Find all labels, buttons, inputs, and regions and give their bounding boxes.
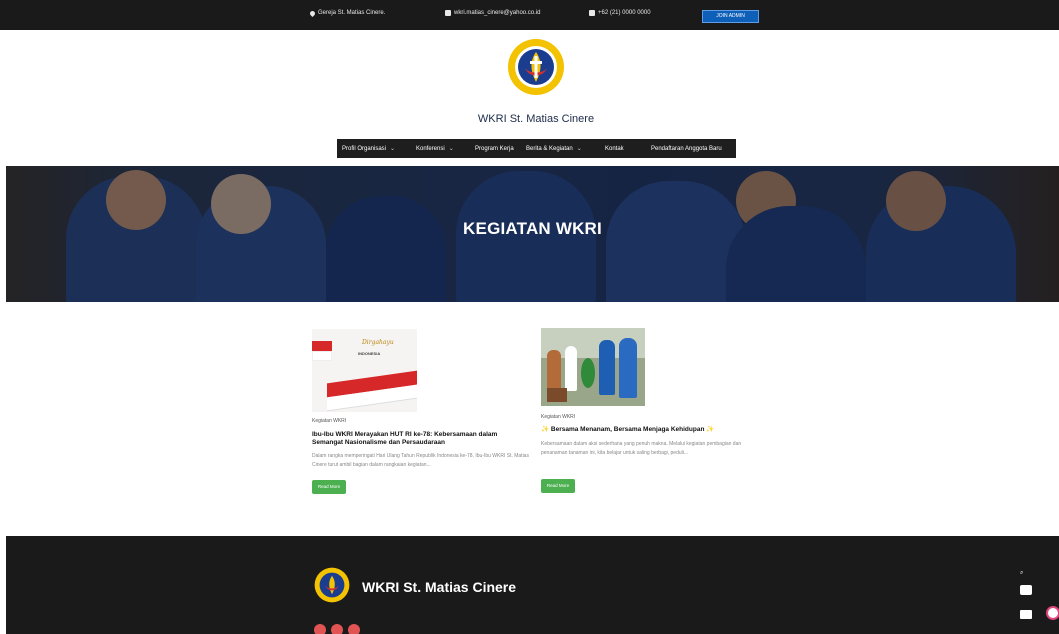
- footer: [6, 536, 1059, 634]
- main-nav: Profil Organisasi ⌄ Konferensi ⌄ Program K…: [337, 139, 736, 158]
- nav-label: Program Kerja: [475, 145, 514, 152]
- chevron-down-icon: ⌄: [390, 146, 396, 152]
- nav-item-konferensi[interactable]: Konferensi ⌄: [416, 145, 475, 153]
- post-excerpt: Kebersamaan dalam aksi sederhana yang pe…: [541, 441, 742, 456]
- phone-icon: [589, 10, 595, 16]
- flag-white: [312, 351, 332, 361]
- post-thumbnail[interactable]: Dirgahayu INDONESIA: [312, 329, 417, 412]
- minimize-icon[interactable]: ⌕: [1020, 570, 1023, 577]
- address-item: Gereja St. Matias Cinere.: [308, 9, 386, 17]
- nav-item-kontak[interactable]: Kontak: [605, 146, 651, 152]
- social-icon[interactable]: [348, 624, 360, 634]
- nav-item-profil-organisasi[interactable]: Profil Organisasi ⌄: [342, 145, 416, 153]
- nav-label: Konferensi: [416, 145, 445, 152]
- photo-plant: [581, 358, 595, 388]
- social-icon[interactable]: [331, 624, 343, 634]
- nav-item-program-kerja[interactable]: Program Kerja: [475, 146, 526, 152]
- post-thumbnail[interactable]: [541, 328, 645, 406]
- flag-red: [312, 341, 332, 351]
- email-text[interactable]: wkri.matias_cinere@yahoo.co.id: [454, 10, 540, 16]
- chevron-down-icon: ⌄: [448, 146, 454, 152]
- footer-title: WKRI St. Matias Cinere: [362, 579, 517, 595]
- post-excerpt: Dalam rangka memperingati Hari Ulang Tah…: [312, 453, 529, 468]
- site-title[interactable]: WKRI St. Matias Cinere: [436, 113, 636, 125]
- thumb-caption: INDONESIA: [358, 351, 381, 356]
- phone-item[interactable]: +62 (21) 0000 0000: [589, 10, 651, 16]
- join-admin-button[interactable]: JOIN ADMIN: [702, 10, 759, 23]
- read-more-button[interactable]: Read More: [312, 480, 346, 494]
- photo-person: [547, 350, 561, 390]
- photo-pot: [547, 388, 567, 402]
- top-bar: Gereja St. Matias Cinere. wkri.matias_ci…: [0, 0, 1059, 30]
- nav-label: Profil Organisasi: [342, 145, 387, 152]
- camera-icon[interactable]: [1020, 585, 1032, 595]
- photo-person: [619, 338, 637, 398]
- chevron-down-icon: ⌄: [576, 146, 582, 152]
- email-item[interactable]: wkri.matias_cinere@yahoo.co.id: [445, 10, 540, 16]
- nav-label: Berita & Kegiatan: [526, 145, 573, 152]
- social-icon[interactable]: [314, 624, 326, 634]
- post-title[interactable]: ✨ Bersama Menanam, Bersama Menjaga Kehid…: [541, 426, 761, 434]
- post-title[interactable]: Ibu-Ibu WKRI Merayakan HUT RI ke-78: Keb…: [312, 431, 530, 447]
- nav-item-pendaftaran[interactable]: Pendaftaran Anggota Baru: [651, 146, 722, 152]
- post-category[interactable]: Kegiatan WKRI: [312, 418, 346, 424]
- post-category[interactable]: Kegiatan WKRI: [541, 414, 575, 420]
- footer-logo[interactable]: [314, 567, 350, 603]
- nav-label: Kontak: [605, 145, 624, 152]
- mail-icon: [445, 10, 451, 16]
- address-text: Gereja St. Matias Cinere.: [318, 10, 386, 16]
- location-pin-icon: [308, 9, 317, 17]
- photo-person: [599, 340, 615, 395]
- nav-item-berita-kegiatan[interactable]: Berita & Kegiatan ⌄: [526, 145, 605, 153]
- photo-person: [565, 346, 577, 391]
- phone-text[interactable]: +62 (21) 0000 0000: [598, 10, 651, 16]
- read-more-button[interactable]: Read More: [541, 479, 575, 493]
- record-icon[interactable]: [1046, 606, 1059, 620]
- hero-title: KEGIATAN WKRI: [463, 219, 602, 238]
- hero-banner: KEGIATAN WKRI: [6, 166, 1059, 302]
- nav-label: Pendaftaran Anggota Baru: [651, 145, 722, 152]
- thumb-caption: Dirgahayu: [362, 339, 394, 346]
- wkri-logo[interactable]: [507, 38, 565, 96]
- video-icon[interactable]: [1020, 610, 1032, 619]
